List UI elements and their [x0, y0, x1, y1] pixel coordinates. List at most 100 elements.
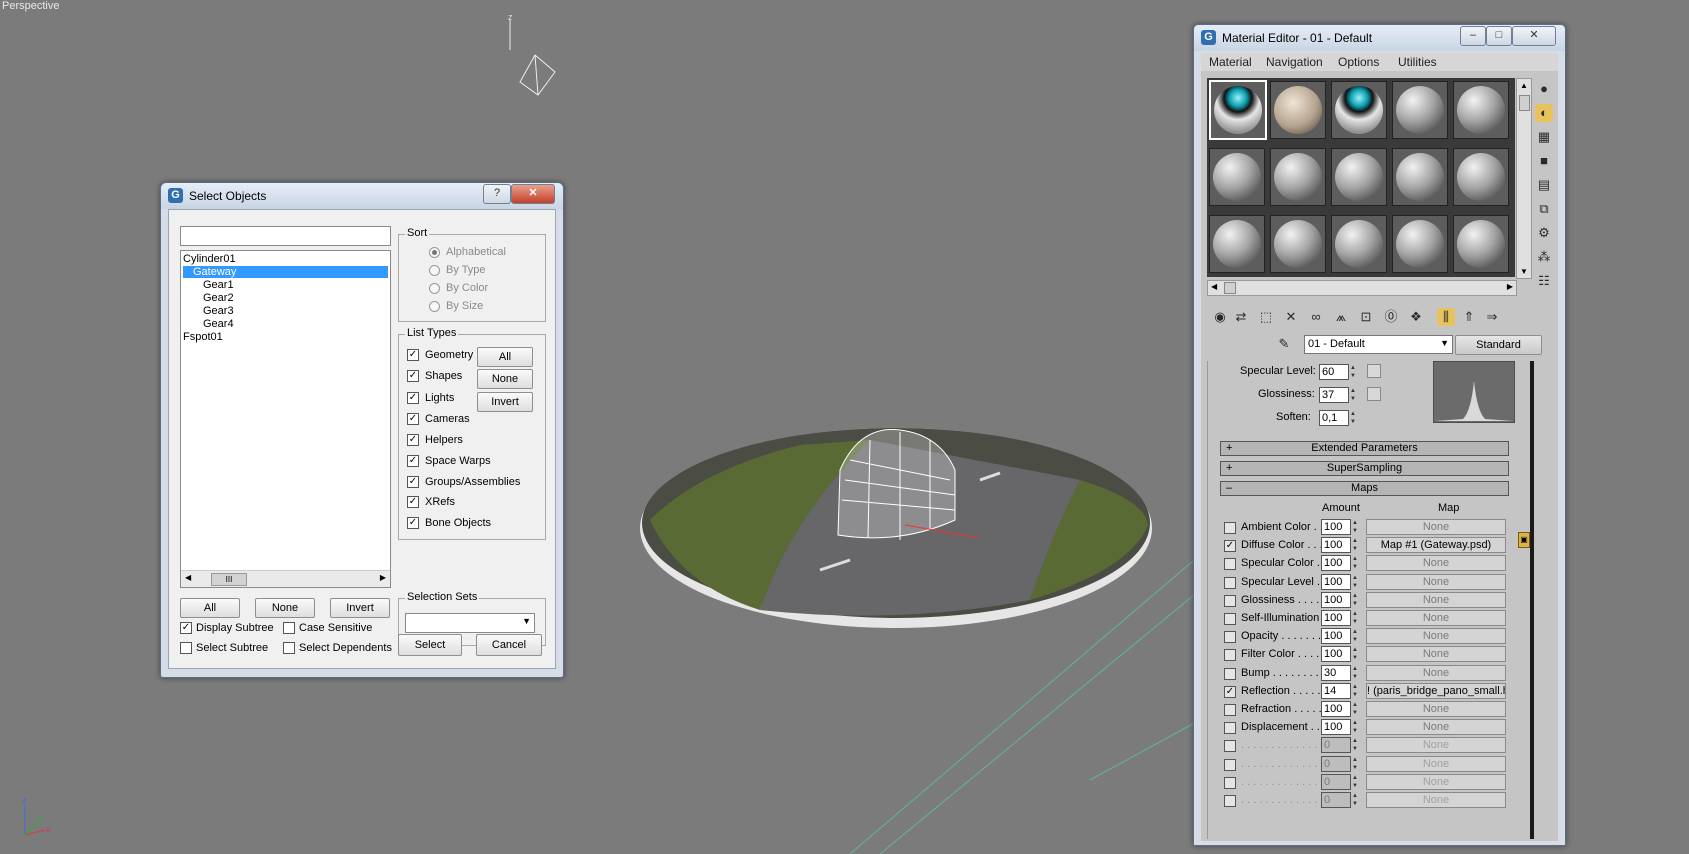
list-item[interactable]: Gear3 [183, 305, 388, 317]
map-slot-button[interactable]: None [1366, 610, 1506, 626]
close-button[interactable]: ✕ [1512, 26, 1556, 46]
map-amount-input[interactable]: 100 [1321, 719, 1351, 736]
map-enable-checkbox[interactable] [1224, 613, 1236, 625]
pick-material-icon[interactable]: ✎ [1275, 335, 1293, 353]
sample-slot[interactable] [1331, 81, 1387, 139]
map-enable-checkbox[interactable] [1224, 576, 1236, 589]
sample-slot[interactable] [1392, 148, 1448, 206]
sort-alphabetical-radio[interactable] [429, 247, 440, 258]
display-subtree-checkbox[interactable]: ✓ [180, 622, 192, 634]
soften-spinner[interactable]: ▲ ▼ [1350, 410, 1358, 426]
map-enable-checkbox[interactable] [1224, 522, 1236, 534]
sort-by-type-radio[interactable] [429, 265, 440, 276]
background-icon[interactable]: ▦ [1535, 128, 1553, 146]
checkbox-bone-objects[interactable]: ✓ [407, 517, 419, 529]
menu-navigation[interactable]: Navigation [1266, 55, 1323, 69]
scroll-right-icon[interactable]: ▶ [380, 573, 386, 582]
map-amount-spinner[interactable]: ▲ ▼ [1352, 665, 1360, 681]
map-slot-button[interactable]: None [1366, 701, 1506, 717]
scroll-right-icon[interactable]: ▶ [1507, 282, 1513, 291]
map-slot-button[interactable]: None [1366, 737, 1506, 754]
map-slot-button[interactable]: None [1366, 664, 1506, 681]
select-none-button[interactable]: None [255, 598, 315, 618]
sort-by-size-radio[interactable] [429, 301, 440, 312]
map-amount-spinner[interactable]: ▲ ▼ [1352, 774, 1360, 790]
sample-slot[interactable] [1453, 148, 1509, 206]
scroll-thumb[interactable]: III [211, 573, 247, 586]
map-slot-button[interactable]: ! (paris_bridge_pano_small.hdr) [1366, 682, 1506, 699]
soften-input[interactable]: 0,1 [1319, 410, 1349, 426]
list-item[interactable]: Gear1 [183, 279, 388, 291]
map-slot-button[interactable]: None [1366, 519, 1506, 535]
map-amount-input[interactable]: 0 [1321, 755, 1351, 772]
map-slot-button[interactable]: None [1366, 755, 1506, 772]
specular-level-input[interactable]: 60 [1319, 364, 1349, 380]
sample-uv-tiling-icon[interactable]: ■ [1535, 152, 1553, 170]
map-amount-spinner[interactable]: ▲ ▼ [1352, 701, 1360, 717]
map-amount-spinner[interactable]: ▲ ▼ [1352, 756, 1360, 772]
sample-type-icon[interactable]: ● [1535, 80, 1553, 98]
case-sensitive-checkbox[interactable] [283, 622, 295, 634]
map-slot-button[interactable] [1367, 364, 1381, 378]
sample-slot[interactable] [1392, 215, 1448, 273]
map-amount-input[interactable]: 100 [1321, 610, 1351, 626]
map-amount-spinner[interactable]: ▲ ▼ [1352, 537, 1360, 553]
map-enable-checkbox[interactable] [1224, 758, 1236, 771]
checkbox-geometry[interactable]: ✓ [407, 349, 419, 361]
select-objects-titlebar[interactable]: G Select Objects ? ✕ [161, 183, 563, 209]
map-amount-input[interactable]: 0 [1321, 792, 1351, 808]
checkbox-lights[interactable]: ✓ [407, 392, 419, 404]
list-item[interactable]: Gear2 [183, 292, 388, 304]
map-amount-spinner[interactable]: ▲ ▼ [1352, 628, 1360, 644]
map-slot-button[interactable]: None [1366, 719, 1506, 736]
map-enable-checkbox[interactable] [1224, 631, 1236, 644]
horizontal-scrollbar[interactable]: ◀ III ▶ [181, 570, 390, 587]
cancel-button[interactable]: Cancel [476, 634, 542, 656]
material-type-button[interactable]: Standard [1455, 335, 1542, 355]
object-list[interactable]: Cylinder01 Gateway Gear1 Gear2 Gear3 Gea… [180, 250, 391, 588]
material-map-navigator-icon[interactable]: ☷ [1535, 272, 1553, 290]
map-enable-checkbox[interactable] [1224, 649, 1236, 662]
put-to-library-icon[interactable]: ⊡ [1357, 308, 1375, 326]
show-shaded-material-icon[interactable]: ❖ [1407, 308, 1425, 326]
list-item[interactable]: Fspot01 [183, 331, 388, 343]
list-item[interactable]: Gear4 [183, 318, 388, 330]
list-item[interactable]: Cylinder01 [183, 253, 388, 265]
sample-slot[interactable] [1270, 215, 1326, 273]
checkbox-space-warps[interactable]: ✓ [407, 455, 419, 467]
map-amount-spinner[interactable]: ▲ ▼ [1352, 519, 1360, 535]
map-slot-button[interactable] [1367, 387, 1381, 401]
map-amount-spinner[interactable]: ▲ ▼ [1352, 646, 1360, 662]
sample-slot[interactable] [1270, 81, 1326, 139]
menu-options[interactable]: Options [1338, 55, 1379, 69]
map-amount-spinner[interactable]: ▲ ▼ [1352, 610, 1360, 626]
scroll-thumb[interactable] [1224, 282, 1236, 294]
close-button[interactable]: ✕ [511, 184, 555, 204]
glossiness-spinner[interactable]: ▲ ▼ [1350, 387, 1358, 403]
slots-horizontal-scrollbar[interactable]: ◀ ▶ [1207, 280, 1517, 296]
chevron-down-icon[interactable]: ▼ [1440, 338, 1449, 348]
options-icon[interactable]: ⚙ [1535, 224, 1553, 242]
map-amount-spinner[interactable]: ▲ ▼ [1352, 683, 1360, 699]
list-item-selected[interactable]: Gateway [183, 266, 388, 278]
rollout-extended-parameters[interactable]: + Extended Parameters [1220, 441, 1509, 456]
list-types-invert-button[interactable]: Invert [477, 392, 533, 412]
map-enable-checkbox[interactable]: ✓ [1224, 685, 1236, 698]
sample-slot[interactable] [1453, 215, 1509, 273]
map-enable-checkbox[interactable] [1224, 740, 1236, 753]
map-amount-input[interactable]: 0 [1321, 773, 1351, 790]
put-to-scene-icon[interactable]: ⇄ [1232, 308, 1250, 326]
sample-slot[interactable] [1209, 215, 1265, 273]
material-editor-titlebar[interactable]: G Material Editor - 01 - Default – □ ✕ [1194, 25, 1565, 51]
map-amount-spinner[interactable]: ▲ ▼ [1352, 592, 1360, 608]
map-slot-button[interactable]: None [1366, 573, 1506, 590]
map-amount-spinner[interactable]: ▲ ▼ [1352, 737, 1360, 753]
map-slot-button[interactable]: None [1366, 555, 1506, 572]
map-amount-input[interactable]: 100 [1321, 555, 1351, 572]
menu-material[interactable]: Material [1209, 55, 1252, 69]
select-dependents-checkbox[interactable] [283, 642, 295, 654]
map-amount-spinner[interactable]: ▲ ▼ [1352, 555, 1360, 571]
rollout-maps[interactable]: – Maps [1220, 481, 1509, 496]
select-by-material-icon[interactable]: ⁂ [1535, 248, 1553, 266]
material-name-field[interactable]: 01 - Default ▼ [1304, 335, 1453, 354]
